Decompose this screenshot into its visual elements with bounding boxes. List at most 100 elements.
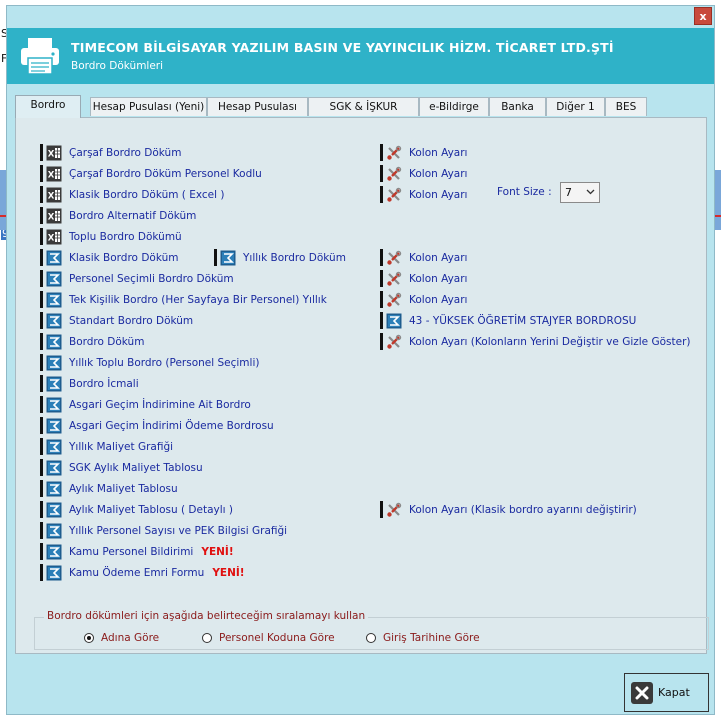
item-label: Kolon Ayarı <box>409 293 468 306</box>
item-label: Bordro İcmali <box>69 377 139 390</box>
item-label: Kolon Ayarı <box>409 251 468 264</box>
report-icon <box>46 292 62 308</box>
radio-label: Adına Göre <box>101 632 160 644</box>
report-item[interactable]: 43 - YÜKSEK ÖĞRETİM STAJYER BORDROSU <box>380 312 636 329</box>
svg-text:X: X <box>48 170 55 180</box>
item-marker <box>40 459 43 476</box>
sort-option[interactable]: Adına Göre <box>84 632 159 644</box>
report-item[interactable]: Yıllık Toplu Bordro (Personel Seçimli) <box>40 354 259 371</box>
report-item[interactable]: Standart Bordro Döküm <box>40 312 193 329</box>
sort-option[interactable]: Giriş Tarihine Göre <box>366 632 480 644</box>
item-marker <box>40 522 43 539</box>
item-marker <box>40 438 43 455</box>
font-size-value: 7 <box>565 186 572 199</box>
tools-icon <box>386 502 402 518</box>
tab-4[interactable]: e-Bildirge <box>419 97 489 116</box>
report-item[interactable]: Klasik Bordro Döküm <box>40 249 178 266</box>
item-label: Kolon Ayarı (Kolonların Yerini Değiştir … <box>409 335 691 348</box>
item-label: Çarşaf Bordro Döküm Personel Kodlu <box>69 167 262 180</box>
company-name: TIMECOM BİLGİSAYAR YAZILIM BASIN VE YAYI… <box>71 40 614 55</box>
report-item[interactable]: Asgari Geçim İndirimi Ödeme Bordrosu <box>40 417 274 434</box>
report-item[interactable]: Bordro Döküm <box>40 333 144 350</box>
item-marker <box>380 501 383 518</box>
title-bar: x <box>7 6 714 27</box>
report-icon <box>46 439 62 455</box>
radio-button[interactable] <box>366 633 376 643</box>
chevron-down-icon <box>586 189 595 195</box>
report-icon <box>46 250 62 266</box>
item-label: 43 - YÜKSEK ÖĞRETİM STAJYER BORDROSU <box>409 314 637 327</box>
tab-5[interactable]: Banka <box>489 97 546 116</box>
column-settings-item[interactable]: Kolon Ayarı <box>380 165 467 182</box>
item-label: Klasik Bordro Döküm <box>69 251 179 264</box>
report-icon <box>46 397 62 413</box>
tab-3[interactable]: SGK & İŞKUR <box>308 97 419 116</box>
close-button[interactable]: Kapat <box>624 673 709 712</box>
report-item[interactable]: X Klasik Bordro Döküm ( Excel ) <box>40 186 225 203</box>
window-close-button[interactable]: x <box>694 7 712 25</box>
radio-button[interactable] <box>84 633 94 643</box>
tab-1[interactable]: Hesap Pusulası (Yeni) <box>90 97 207 116</box>
item-marker <box>380 186 383 203</box>
column-settings-item[interactable]: Kolon Ayarı <box>380 291 467 308</box>
column-settings-item[interactable]: Kolon Ayarı (Klasik bordro ayarını değiş… <box>380 501 637 518</box>
item-marker <box>40 543 43 560</box>
background-strip <box>715 170 721 230</box>
report-item[interactable]: X Bordro Alternatif Döküm <box>40 207 196 224</box>
font-size-select[interactable]: 7 <box>560 182 600 203</box>
report-item[interactable]: Yıllık Personel Sayısı ve PEK Bilgisi Gr… <box>40 522 287 539</box>
report-item[interactable]: X Çarşaf Bordro Döküm Personel Kodlu <box>40 165 262 182</box>
dialog-header: TIMECOM BİLGİSAYAR YAZILIM BASIN VE YAYI… <box>7 28 714 84</box>
report-icon <box>46 313 62 329</box>
tab-0[interactable]: Bordro <box>15 95 81 118</box>
report-item[interactable]: Bordro İcmali <box>40 375 139 392</box>
item-label: Yıllık Toplu Bordro (Personel Seçimli) <box>69 356 260 369</box>
excel-icon: X <box>46 145 62 161</box>
item-marker <box>40 186 43 203</box>
tab-7[interactable]: BES <box>605 97 647 116</box>
excel-icon: X <box>46 208 62 224</box>
excel-icon: X <box>46 229 62 245</box>
report-icon <box>46 565 62 581</box>
report-item[interactable]: Kamu Ödeme Emri Formu YENİ! <box>40 564 245 581</box>
item-label: Yıllık Bordro Döküm <box>243 251 346 264</box>
column-settings-item[interactable]: Kolon Ayarı <box>380 249 467 266</box>
report-item[interactable]: X Toplu Bordro Dökümü <box>40 228 182 245</box>
item-label: Bordro Döküm <box>69 335 145 348</box>
radio-label: Personel Koduna Göre <box>219 632 335 644</box>
item-marker <box>380 144 383 161</box>
item-label: Asgari Geçim İndirimi Ödeme Bordrosu <box>69 419 274 432</box>
tab-6[interactable]: Diğer 1 <box>546 97 605 116</box>
item-label: Tek Kişilik Bordro (Her Sayfaya Bir Pers… <box>69 293 327 306</box>
sort-option[interactable]: Personel Koduna Göre <box>202 632 335 644</box>
radio-button[interactable] <box>202 633 212 643</box>
item-label: Toplu Bordro Dökümü <box>69 230 182 243</box>
item-label: Kolon Ayarı <box>409 146 468 159</box>
column-settings-item[interactable]: Kolon Ayarı <box>380 144 467 161</box>
svg-text:X: X <box>48 191 55 201</box>
item-label: Aylık Maliyet Tablosu ( Detaylı ) <box>69 503 233 516</box>
report-icon <box>46 523 62 539</box>
report-item[interactable]: Aylık Maliyet Tablosu ( Detaylı ) <box>40 501 233 518</box>
report-item[interactable]: Asgari Geçim İndirimine Ait Bordro <box>40 396 251 413</box>
report-icon <box>46 271 62 287</box>
report-item[interactable]: Aylık Maliyet Tablosu <box>40 480 178 497</box>
item-marker <box>40 354 43 371</box>
report-item[interactable]: Kamu Personel Bildirimi YENİ! <box>40 543 234 560</box>
report-item[interactable]: Personel Seçimli Bordro Döküm <box>40 270 234 287</box>
report-icon <box>46 334 62 350</box>
report-item[interactable]: Yıllık Maliyet Grafiği <box>40 438 173 455</box>
report-item[interactable]: SGK Aylık Maliyet Tablosu <box>40 459 203 476</box>
column-settings-item[interactable]: Kolon Ayarı <box>380 186 467 203</box>
close-icon <box>631 681 653 704</box>
yearly-bordro-item[interactable]: Yıllık Bordro Döküm <box>214 249 346 266</box>
sort-legend: Bordro dökümleri için aşağıda belirteceğ… <box>44 610 369 622</box>
report-item[interactable]: X Çarşaf Bordro Döküm <box>40 144 181 161</box>
radio-label: Giriş Tarihine Göre <box>383 632 480 644</box>
tab-2[interactable]: Hesap Pusulası <box>207 97 308 116</box>
report-item[interactable]: Tek Kişilik Bordro (Her Sayfaya Bir Pers… <box>40 291 327 308</box>
column-settings-item[interactable]: Kolon Ayarı <box>380 270 467 287</box>
item-label: Çarşaf Bordro Döküm <box>69 146 182 159</box>
column-settings-item[interactable]: Kolon Ayarı (Kolonların Yerini Değiştir … <box>380 333 691 350</box>
item-marker <box>40 144 43 161</box>
